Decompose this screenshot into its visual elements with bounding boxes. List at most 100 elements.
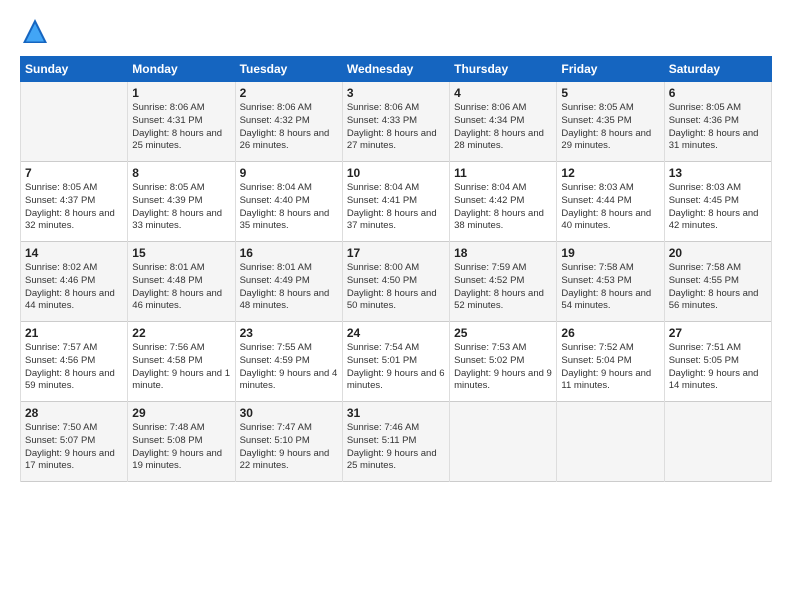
cell-info: Sunrise: 8:03 AM Sunset: 4:44 PM Dayligh…: [561, 182, 659, 233]
week-row-3: 14Sunrise: 8:02 AM Sunset: 4:46 PM Dayli…: [21, 242, 772, 322]
calendar-table: SundayMondayTuesdayWednesdayThursdayFrid…: [20, 56, 772, 482]
cell-info: Sunrise: 8:04 AM Sunset: 4:41 PM Dayligh…: [347, 182, 445, 233]
header: [20, 16, 772, 46]
calendar-cell: 13 Sunrise: 8:03 AM Sunset: 4:45 PM Dayli…: [664, 162, 771, 242]
calendar-cell: 15Sunrise: 8:01 AM Sunset: 4:48 PM Dayli…: [128, 242, 235, 322]
week-row-4: 21 Sunrise: 7:57 AM Sunset: 4:56 PM Dayli…: [21, 322, 772, 402]
logo-icon: [20, 16, 50, 46]
calendar-cell: 26Sunrise: 7:52 AM Sunset: 5:04 PM Dayli…: [557, 322, 664, 402]
calendar-cell: 4Sunrise: 8:06 AM Sunset: 4:34 PM Daylig…: [450, 82, 557, 162]
day-number: 11: [454, 166, 552, 180]
day-number: 29: [132, 406, 230, 420]
calendar-header: SundayMondayTuesdayWednesdayThursdayFrid…: [21, 57, 772, 82]
cell-info: Sunrise: 7:58 AM Sunset: 4:53 PM Dayligh…: [561, 262, 659, 313]
cell-info: Sunrise: 7:57 AM Sunset: 4:56 PM Dayligh…: [25, 342, 123, 393]
calendar-cell: 19 Sunrise: 7:58 AM Sunset: 4:53 PM Dayli…: [557, 242, 664, 322]
calendar-cell: 17 Sunrise: 8:00 AM Sunset: 4:50 PM Dayli…: [342, 242, 449, 322]
calendar-cell: 8 Sunrise: 8:05 AM Sunset: 4:39 PM Daylig…: [128, 162, 235, 242]
cell-info: Sunrise: 7:56 AM Sunset: 4:58 PM Dayligh…: [132, 342, 230, 393]
calendar-cell: 12 Sunrise: 8:03 AM Sunset: 4:44 PM Dayli…: [557, 162, 664, 242]
day-number: 20: [669, 246, 767, 260]
day-number: 8: [132, 166, 230, 180]
cell-info: Sunrise: 8:06 AM Sunset: 4:32 PM Dayligh…: [240, 102, 338, 153]
day-number: 2: [240, 86, 338, 100]
calendar-cell: 27Sunrise: 7:51 AM Sunset: 5:05 PM Dayli…: [664, 322, 771, 402]
cell-info: Sunrise: 8:05 AM Sunset: 4:35 PM Dayligh…: [561, 102, 659, 153]
day-number: 17: [347, 246, 445, 260]
calendar-cell: 22 Sunrise: 7:56 AM Sunset: 4:58 PM Dayli…: [128, 322, 235, 402]
calendar-cell: 5 Sunrise: 8:05 AM Sunset: 4:35 PM Daylig…: [557, 82, 664, 162]
cell-info: Sunrise: 8:03 AM Sunset: 4:45 PM Dayligh…: [669, 182, 767, 233]
day-number: 9: [240, 166, 338, 180]
day-number: 6: [669, 86, 767, 100]
day-number: 28: [25, 406, 123, 420]
cell-info: Sunrise: 8:04 AM Sunset: 4:42 PM Dayligh…: [454, 182, 552, 233]
day-number: 25: [454, 326, 552, 340]
day-number: 14: [25, 246, 123, 260]
day-number: 3: [347, 86, 445, 100]
calendar-cell: 31 Sunrise: 7:46 AM Sunset: 5:11 PM Dayli…: [342, 402, 449, 482]
cell-info: Sunrise: 7:52 AM Sunset: 5:04 PM Dayligh…: [561, 342, 659, 393]
cell-info: Sunrise: 8:00 AM Sunset: 4:50 PM Dayligh…: [347, 262, 445, 313]
column-header-thursday: Thursday: [450, 57, 557, 82]
day-number: 24: [347, 326, 445, 340]
cell-info: Sunrise: 8:06 AM Sunset: 4:33 PM Dayligh…: [347, 102, 445, 153]
cell-info: Sunrise: 7:50 AM Sunset: 5:07 PM Dayligh…: [25, 422, 123, 473]
day-number: 16: [240, 246, 338, 260]
calendar-cell: 2 Sunrise: 8:06 AM Sunset: 4:32 PM Daylig…: [235, 82, 342, 162]
calendar-cell: 9 Sunrise: 8:04 AM Sunset: 4:40 PM Daylig…: [235, 162, 342, 242]
day-number: 21: [25, 326, 123, 340]
cell-info: Sunrise: 7:55 AM Sunset: 4:59 PM Dayligh…: [240, 342, 338, 393]
day-number: 18: [454, 246, 552, 260]
cell-info: Sunrise: 8:01 AM Sunset: 4:49 PM Dayligh…: [240, 262, 338, 313]
cell-info: Sunrise: 7:48 AM Sunset: 5:08 PM Dayligh…: [132, 422, 230, 473]
cell-info: Sunrise: 8:06 AM Sunset: 4:31 PM Dayligh…: [132, 102, 230, 153]
cell-info: Sunrise: 7:59 AM Sunset: 4:52 PM Dayligh…: [454, 262, 552, 313]
day-number: 31: [347, 406, 445, 420]
calendar-cell: 28 Sunrise: 7:50 AM Sunset: 5:07 PM Dayli…: [21, 402, 128, 482]
cell-info: Sunrise: 7:58 AM Sunset: 4:55 PM Dayligh…: [669, 262, 767, 313]
cell-info: Sunrise: 7:54 AM Sunset: 5:01 PM Dayligh…: [347, 342, 445, 393]
calendar-cell: [450, 402, 557, 482]
cell-info: Sunrise: 8:05 AM Sunset: 4:36 PM Dayligh…: [669, 102, 767, 153]
day-number: 10: [347, 166, 445, 180]
cell-info: Sunrise: 7:46 AM Sunset: 5:11 PM Dayligh…: [347, 422, 445, 473]
calendar-cell: [21, 82, 128, 162]
day-number: 19: [561, 246, 659, 260]
cell-info: Sunrise: 8:06 AM Sunset: 4:34 PM Dayligh…: [454, 102, 552, 153]
day-number: 13: [669, 166, 767, 180]
cell-info: Sunrise: 8:05 AM Sunset: 4:39 PM Dayligh…: [132, 182, 230, 233]
cell-info: Sunrise: 8:04 AM Sunset: 4:40 PM Dayligh…: [240, 182, 338, 233]
day-number: 23: [240, 326, 338, 340]
day-number: 22: [132, 326, 230, 340]
calendar-cell: 1 Sunrise: 8:06 AM Sunset: 4:31 PM Daylig…: [128, 82, 235, 162]
column-header-wednesday: Wednesday: [342, 57, 449, 82]
header-row: SundayMondayTuesdayWednesdayThursdayFrid…: [21, 57, 772, 82]
calendar-cell: 10 Sunrise: 8:04 AM Sunset: 4:41 PM Dayli…: [342, 162, 449, 242]
calendar-cell: 29 Sunrise: 7:48 AM Sunset: 5:08 PM Dayli…: [128, 402, 235, 482]
logo: [20, 16, 54, 46]
cell-info: Sunrise: 8:05 AM Sunset: 4:37 PM Dayligh…: [25, 182, 123, 233]
calendar-cell: 24 Sunrise: 7:54 AM Sunset: 5:01 PM Dayli…: [342, 322, 449, 402]
calendar-body: 1 Sunrise: 8:06 AM Sunset: 4:31 PM Daylig…: [21, 82, 772, 482]
calendar-cell: 11 Sunrise: 8:04 AM Sunset: 4:42 PM Dayli…: [450, 162, 557, 242]
week-row-5: 28 Sunrise: 7:50 AM Sunset: 5:07 PM Dayli…: [21, 402, 772, 482]
column-header-monday: Monday: [128, 57, 235, 82]
day-number: 7: [25, 166, 123, 180]
day-number: 5: [561, 86, 659, 100]
calendar-cell: [557, 402, 664, 482]
calendar-cell: 18 Sunrise: 7:59 AM Sunset: 4:52 PM Dayli…: [450, 242, 557, 322]
cell-info: Sunrise: 7:53 AM Sunset: 5:02 PM Dayligh…: [454, 342, 552, 393]
day-number: 1: [132, 86, 230, 100]
cell-info: Sunrise: 7:47 AM Sunset: 5:10 PM Dayligh…: [240, 422, 338, 473]
calendar-cell: 21 Sunrise: 7:57 AM Sunset: 4:56 PM Dayli…: [21, 322, 128, 402]
calendar-cell: 20 Sunrise: 7:58 AM Sunset: 4:55 PM Dayli…: [664, 242, 771, 322]
calendar-cell: [664, 402, 771, 482]
day-number: 12: [561, 166, 659, 180]
week-row-1: 1 Sunrise: 8:06 AM Sunset: 4:31 PM Daylig…: [21, 82, 772, 162]
page-container: SundayMondayTuesdayWednesdayThursdayFrid…: [0, 0, 792, 492]
calendar-cell: 14Sunrise: 8:02 AM Sunset: 4:46 PM Dayli…: [21, 242, 128, 322]
week-row-2: 7 Sunrise: 8:05 AM Sunset: 4:37 PM Daylig…: [21, 162, 772, 242]
calendar-cell: 7 Sunrise: 8:05 AM Sunset: 4:37 PM Daylig…: [21, 162, 128, 242]
calendar-cell: 16 Sunrise: 8:01 AM Sunset: 4:49 PM Dayli…: [235, 242, 342, 322]
